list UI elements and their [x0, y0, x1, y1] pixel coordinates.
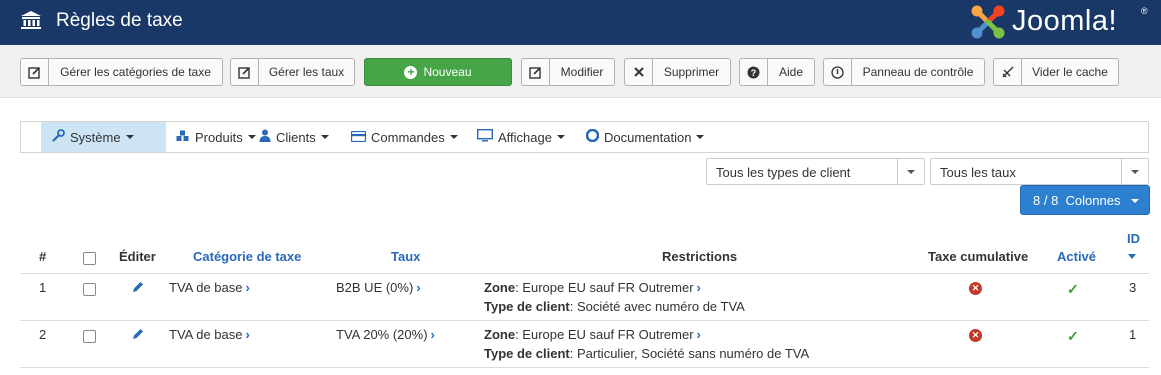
- chevron-down-icon: [247, 135, 256, 139]
- tax-category-link[interactable]: TVA de base ›: [169, 327, 250, 342]
- pencil-icon[interactable]: [131, 280, 145, 294]
- chevron-right-icon: ›: [245, 327, 250, 342]
- joomla-logo-text: Joomla!: [1012, 5, 1118, 37]
- chevron-down-icon: [1121, 159, 1148, 184]
- row-number: 1: [39, 280, 47, 295]
- info-circle-icon: [824, 59, 852, 85]
- rates-filter[interactable]: Tous les taux: [930, 158, 1149, 185]
- row-id: 3: [1129, 280, 1137, 295]
- credit-card-icon: [350, 130, 367, 145]
- chevron-right-icon: ›: [430, 327, 435, 342]
- chevron-right-icon: ›: [696, 280, 701, 295]
- delete-button[interactable]: Supprimer: [624, 58, 731, 86]
- col-header-category[interactable]: Catégorie de taxe: [193, 249, 301, 264]
- main-menu: Système Produits Clients Commandes Affic…: [20, 121, 1149, 153]
- menu-item-documentation[interactable]: Documentation: [585, 122, 705, 152]
- cumulative-no-icon[interactable]: ✕: [969, 282, 982, 295]
- row-checkbox[interactable]: [83, 283, 96, 296]
- col-header-restrictions: Restrictions: [662, 249, 738, 264]
- chevron-right-icon: ›: [245, 280, 250, 295]
- menu-item-commandes[interactable]: Commandes: [350, 122, 458, 152]
- client-type-restriction: Type de client: Particulier, Société san…: [484, 346, 810, 361]
- manage-categories-button[interactable]: Gérer les catégories de taxe: [20, 58, 223, 86]
- tax-rate-link[interactable]: TVA 20% (20%) ›: [336, 327, 435, 342]
- cubes-icon: [176, 130, 190, 145]
- row-checkbox[interactable]: [83, 330, 96, 343]
- chevron-down-icon: [556, 135, 565, 139]
- page-title: Règles de taxe: [56, 10, 183, 31]
- joomla-mark-icon: [971, 5, 1005, 39]
- toolbar: Gérer les catégories de taxe Gérer les t…: [0, 45, 1161, 98]
- menu-item-produits[interactable]: Produits: [176, 122, 256, 152]
- svg-text:?: ?: [751, 68, 757, 78]
- row-id: 1: [1129, 327, 1137, 342]
- user-icon: [259, 129, 271, 145]
- client-type-restriction: Type de client: Société avec numéro de T…: [484, 299, 745, 314]
- row-divider: [20, 320, 1149, 321]
- chevron-down-icon: [125, 135, 134, 139]
- edit-square-icon: [522, 59, 550, 85]
- select-all-checkbox[interactable]: [83, 252, 96, 265]
- help-button[interactable]: ? Aide: [739, 58, 815, 86]
- monitor-icon: [476, 128, 494, 145]
- col-header-rate[interactable]: Taux: [391, 249, 420, 264]
- bank-icon: [21, 11, 41, 29]
- menu-item-systeme[interactable]: Système: [41, 122, 166, 152]
- chevron-down-icon: [696, 135, 705, 139]
- sort-desc-icon: [1128, 254, 1136, 259]
- row-divider: [20, 367, 1149, 368]
- chevron-down-icon: [1131, 199, 1139, 203]
- control-panel-button[interactable]: Panneau de contrôle: [823, 58, 985, 86]
- wrench-icon: [52, 129, 65, 145]
- col-header-id[interactable]: ID: [1127, 231, 1140, 246]
- row-number: 2: [39, 327, 47, 342]
- manage-rates-button[interactable]: Gérer les taux: [230, 58, 355, 86]
- table-header-divider: [20, 273, 1149, 274]
- edit-square-icon: [21, 59, 49, 85]
- registered-mark: ®: [1141, 6, 1148, 16]
- col-header-edit: Éditer: [119, 249, 156, 264]
- clear-cache-button[interactable]: Vider le cache: [993, 58, 1119, 86]
- joomla-logo: Joomla! ®: [968, 2, 1150, 42]
- zone-restriction[interactable]: Zone: Europe EU sauf FR Outremer ›: [484, 280, 701, 295]
- chevron-right-icon: ›: [416, 280, 421, 295]
- tax-rate-link[interactable]: B2B UE (0%) ›: [336, 280, 421, 295]
- broom-icon: [994, 59, 1022, 85]
- col-header-num: #: [39, 249, 47, 264]
- chevron-down-icon: [320, 135, 329, 139]
- chevron-right-icon: ›: [696, 327, 701, 342]
- zone-restriction[interactable]: Zone: Europe EU sauf FR Outremer ›: [484, 327, 701, 342]
- edit-square-icon: [231, 59, 259, 85]
- new-button[interactable]: + Nouveau: [364, 58, 512, 86]
- menu-item-clients[interactable]: Clients: [259, 122, 329, 152]
- col-header-cumulative: Taxe cumulative: [928, 249, 1029, 264]
- tax-category-link[interactable]: TVA de base ›: [169, 280, 250, 295]
- client-type-filter[interactable]: Tous les types de client: [706, 158, 925, 185]
- chevron-down-icon: [449, 135, 458, 139]
- check-icon[interactable]: ✓: [1067, 328, 1079, 345]
- check-icon[interactable]: ✓: [1067, 281, 1079, 298]
- question-circle-icon: ?: [740, 59, 768, 85]
- close-icon: [625, 59, 653, 85]
- page-header: Règles de taxe Joomla! ®: [0, 0, 1161, 45]
- plus-circle-icon: +: [404, 65, 418, 79]
- col-header-active[interactable]: Activé: [1057, 249, 1096, 264]
- lifebuoy-icon: [585, 128, 600, 145]
- chevron-down-icon: [897, 159, 924, 184]
- edit-button[interactable]: Modifier: [521, 58, 615, 86]
- columns-button[interactable]: 8 / 8 Colonnes: [1020, 185, 1150, 215]
- pencil-icon[interactable]: [131, 327, 145, 341]
- cumulative-no-icon[interactable]: ✕: [969, 329, 982, 342]
- menu-item-affichage[interactable]: Affichage: [476, 122, 565, 152]
